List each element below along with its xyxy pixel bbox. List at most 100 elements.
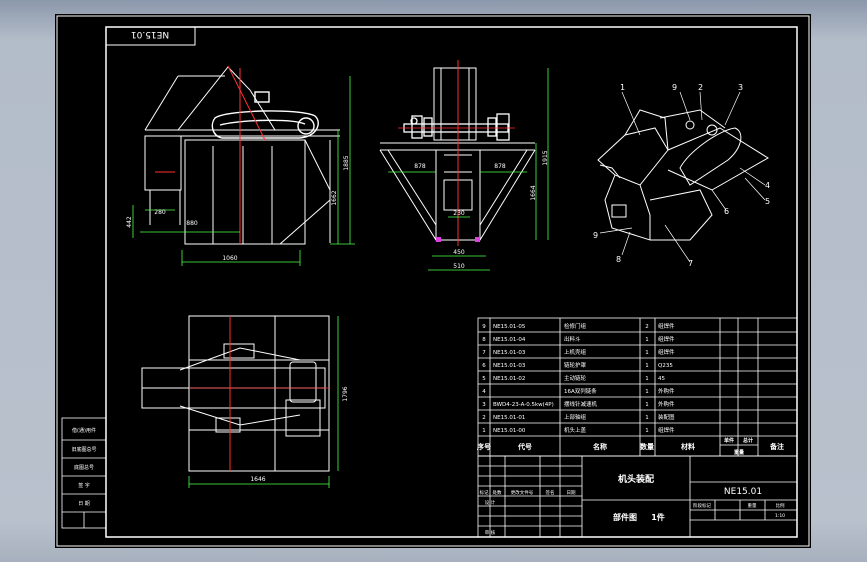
bom-cell-code: NE15.01-05 [493,324,526,330]
tb-label-design: 设 计 [485,499,496,506]
bom-header-mat: 材料 [680,442,695,451]
plan-view [141,315,330,472]
bom-cell-code: NE15.01-04 [493,337,526,343]
bom-cell-no: 3 [482,402,486,408]
balloon-2: 2 [698,83,703,92]
drawing-title: 机头装配 [618,473,654,485]
bom-cell-qty: 1 [645,350,649,356]
tb-label-sign: 签名 [546,489,555,496]
dim-side-total: 510 [453,263,465,270]
isometric-view [597,109,769,241]
tb-label-count: 处数 [493,489,502,496]
bom-cell-name: 出料斗 [564,335,581,343]
tb-label-review: 审 核 [485,529,496,536]
cad-viewport: NE15.01 借(通)用件 旧底图总号 底图总号 签 字 日 期 1060 8… [0,0,867,562]
bom-cell-code: NE15.01-02 [493,376,525,382]
dim-side-width: 450 [453,249,465,256]
bom-cell-no: 1 [482,428,486,434]
bom-cell-no: 9 [482,324,486,330]
balloon-9-bottom: 9 [593,231,598,240]
side-foot-left [436,237,441,242]
bom-cell-name: 摆线针减速机 [564,400,598,408]
bom-header-qty: 数量 [640,442,654,451]
bom-cell-mat: 组焊件 [658,426,675,434]
bom-cell-no: 7 [482,350,486,356]
bom-cell-mat: 组焊件 [658,335,675,343]
bom-cell-qty: 2 [645,324,649,330]
bom-cell-qty: 1 [645,428,649,434]
bom-cell-name: 上机壳组 [564,348,587,356]
bom-cell-mat: 外购件 [658,400,675,408]
tb-label-scale: 比例 [776,502,785,509]
dim-side-left: 878 [414,163,426,170]
bom-header-unit: 单件 [724,437,734,444]
strip-label-1: 借(通)用件 [72,427,96,434]
code-stamp: NE15.01 [131,29,169,39]
bom-cell-mat: 组焊件 [658,348,675,356]
bom-cell-no: 2 [482,415,486,421]
bom-table-grid [477,317,798,457]
outer-border [56,15,810,547]
bom-cell-qty: 1 [645,415,649,421]
dim-plan-height: 1796 [342,386,349,401]
front-view [144,66,340,245]
dim-side-right: 878 [494,163,506,170]
dim-front-height: 1662 [331,190,338,205]
bom-rows: 9 NE15.01-05 检修门组 2 组焊件 8 NE15.01-04 出料斗 1 组焊件 7 NE… [482,322,675,434]
bom-cell-no: 4 [482,389,486,395]
bom-header-no: 序号 [476,442,491,451]
strip-label-2: 旧底图总号 [71,446,96,453]
dim-side-height: 1664 [530,185,537,200]
balloon-7: 7 [688,259,693,268]
bom-cell-mat: 45 [658,376,665,382]
inner-border [105,26,798,538]
dim-front-width: 1060 [222,255,237,262]
bom-header-total: 总计 [743,437,753,444]
side-view-shaft [403,113,510,141]
bom-header-weight: 重量 [734,449,744,456]
bom-cell-qty: 1 [645,363,649,369]
strip-label-3: 底图总号 [74,464,94,471]
drawing-caption-count: 1件 [651,512,665,522]
balloon-3: 3 [738,83,743,92]
bom-cell-no: 8 [482,337,486,343]
dim-front-span: 880 [186,220,198,227]
balloon-1: 1 [620,83,625,92]
tb-label-mark: 标记 [480,489,489,496]
bom-cell-qty: 1 [645,337,649,343]
side-foot-right [475,237,480,242]
strip-label-5: 日 期 [78,501,90,507]
bom-cell-name: 检修门组 [564,322,587,330]
bom-cell-name: 16A双列链条 [564,387,597,395]
bom-header-remark: 备注 [769,442,784,451]
bom-cell-qty: 1 [645,389,649,395]
balloon-9-top: 9 [672,83,677,92]
left-binding-strip [61,417,107,529]
drawing-caption: 部件图 [613,512,637,522]
bom-cell-code: NE15.01-03 [493,350,526,356]
plan-dimensions [188,316,339,488]
bom-cell-code: NE15.01-00 [493,428,526,434]
bom-cell-name: 机头上盖 [564,426,587,434]
bom-cell-mat: 装配图 [658,413,675,421]
bom-cell-name: 链轮护罩 [564,361,587,369]
drawing-sheet: NE15.01 借(通)用件 旧底图总号 底图总号 签 字 日 期 1060 8… [55,14,811,548]
tb-label-date: 日期 [567,490,576,496]
dim-side-inner: 230 [453,210,465,217]
front-dimensions [132,76,355,266]
drawing-code: NE15.01 [724,487,762,497]
bom-header-name: 名称 [593,442,607,451]
bom-cell-qty: 1 [645,402,649,408]
tb-label-weight: 重量 [748,502,757,509]
bom-cell-qty: 1 [645,376,649,382]
drawing-canvas: NE15.01 借(通)用件 旧底图总号 底图总号 签 字 日 期 1060 8… [56,15,810,547]
bom-cell-name: 主动链轮 [564,374,587,382]
dim-side-total-h: 1915 [542,150,549,165]
bom-cell-mat: 外购件 [658,387,675,395]
balloon-4: 4 [765,181,770,190]
bom-cell-no: 5 [482,376,486,382]
bom-cell-mat: 组焊件 [658,322,675,330]
tb-scale-value: 1:10 [775,513,785,519]
bom-cell-code: NE15.01-01 [493,415,525,421]
balloon-6: 6 [724,207,729,216]
